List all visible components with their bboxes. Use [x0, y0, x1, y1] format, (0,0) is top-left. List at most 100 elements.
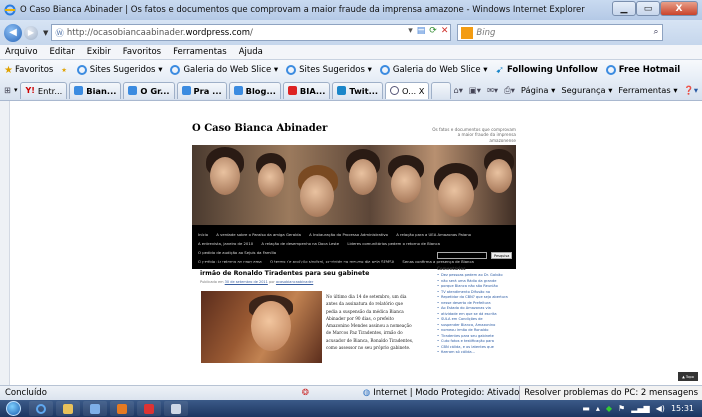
back-to-top-button[interactable]: ▲ Topo: [678, 372, 698, 381]
problems-notification[interactable]: Resolver problemas do PC: 2 mensagens: [519, 386, 702, 400]
taskbar-app-2[interactable]: [164, 401, 188, 416]
nav-item[interactable]: A verdade sobre o Paraíso da amiga Geral…: [216, 232, 301, 237]
menu-ajuda[interactable]: Ajuda: [239, 47, 263, 57]
help-icon[interactable]: ❓▾: [684, 85, 699, 96]
start-button[interactable]: [0, 400, 26, 417]
fav-link-sites-sugeridos-2[interactable]: Sites Sugeridos ▾: [286, 65, 372, 75]
menu-arquivo[interactable]: Arquivo: [5, 47, 38, 57]
search-icon[interactable]: ⌕: [654, 27, 659, 37]
page-menu[interactable]: Página ▾: [521, 85, 555, 95]
refresh-icon[interactable]: ⟳: [429, 26, 437, 36]
tab-1[interactable]: Y! Entr...: [20, 81, 68, 99]
address-dropdown-icon[interactable]: ▾: [408, 26, 413, 36]
volume-icon[interactable]: ◀): [656, 404, 665, 413]
ie-icon: [36, 403, 46, 414]
minimize-button[interactable]: ▁: [612, 1, 636, 16]
sidebar-search: Pesquisa: [437, 252, 517, 259]
favorites-button[interactable]: ★ Favoritos: [4, 65, 53, 76]
system-tray: ▬ ▴ ◆ ⚑ ▂▄▆ ◀) 15:31: [582, 404, 702, 413]
ie-page-icon: [128, 86, 138, 95]
clock[interactable]: 15:31: [671, 404, 694, 413]
tab-7[interactable]: Twit...: [332, 81, 384, 99]
feeds-icon[interactable]: ▣▾: [469, 85, 481, 95]
keyboard-icon[interactable]: ▬: [582, 404, 590, 413]
ie-page-icon: [74, 86, 84, 95]
tools-menu[interactable]: Ferramentas ▾: [618, 85, 677, 95]
favorites-bar: ★ Favoritos ⭑ Sites Sugeridos ▾ Galeria d…: [0, 60, 702, 80]
tab-5[interactable]: Blog...: [228, 81, 281, 99]
ie-logo-icon: [4, 4, 16, 16]
forward-button[interactable]: ▶: [24, 25, 38, 40]
fav-link-galeria-2[interactable]: Galeria do Web Slice ▾: [379, 65, 488, 75]
tab-list-dropdown[interactable]: ▾: [14, 86, 18, 94]
taskbar-app[interactable]: [137, 401, 161, 416]
folder-icon: [63, 403, 73, 414]
tab-8-active[interactable]: O... X: [385, 81, 430, 99]
post-date-link[interactable]: 30 de setembro de 2011: [225, 280, 268, 284]
tab-label: O Gr...: [140, 85, 170, 96]
taskbar: ▬ ▴ ◆ ⚑ ▂▄▆ ◀) 15:31: [0, 400, 702, 417]
popup-blocker-icon[interactable]: ❂: [302, 388, 309, 398]
menu-ferramentas[interactable]: Ferramentas: [173, 47, 227, 57]
stop-icon[interactable]: ✕: [441, 26, 449, 36]
post-body: No último dia 14 de setembro, um dia ant…: [326, 294, 414, 351]
address-bar[interactable]: Ⓦ http://ocasobiancaabinader.wordpress.c…: [51, 24, 452, 41]
post-author-link[interactable]: ocasobiancaabinader: [276, 280, 313, 284]
menu-favoritos[interactable]: Favoritos: [123, 47, 161, 57]
sidebar-search-input[interactable]: [437, 252, 487, 259]
site-title[interactable]: O Caso Bianca Abinader: [192, 123, 327, 134]
history-dropdown[interactable]: ▼: [43, 29, 48, 37]
forward-arrow-icon: ▶: [27, 28, 35, 37]
fav-label: Free Hotmail: [618, 65, 681, 75]
fav-link-galeria[interactable]: Galeria do Web Slice ▾: [170, 65, 278, 75]
menu-exibir[interactable]: Exibir: [87, 47, 111, 57]
fav-link-sites-sugeridos[interactable]: Sites Sugeridos ▾: [76, 65, 162, 75]
nav-item[interactable]: O pedido de audição ao Sejuis da Família: [198, 250, 276, 255]
nav-item[interactable]: A entrevista, janeiro de 2010: [198, 241, 253, 246]
tab-3[interactable]: O Gr...: [123, 81, 175, 99]
compatibility-icon[interactable]: ▤: [417, 26, 426, 36]
ie-page-icon: [170, 65, 181, 75]
nav-item[interactable]: Lideres comunitários pedem o retorno de …: [347, 241, 440, 246]
home-icon[interactable]: ⌂▾: [453, 85, 462, 95]
post-title[interactable]: Um dia antes de suspender Bianca, Amazon…: [200, 260, 410, 278]
taskbar-player[interactable]: [110, 401, 134, 416]
action-center-icon[interactable]: ⚑: [618, 404, 625, 413]
maximize-button[interactable]: ▭: [636, 1, 660, 16]
security-menu[interactable]: Segurança ▾: [561, 85, 612, 95]
show-hidden-icon[interactable]: ▴: [596, 404, 600, 413]
tab-6[interactable]: BIA...: [282, 81, 331, 99]
fav-link-following[interactable]: ➹ Following Unfollow: [496, 65, 598, 76]
taskbar-media[interactable]: [83, 401, 107, 416]
status-bar: Concluído ❂ ◍ Internet | Modo Protegido:…: [0, 385, 702, 400]
window-icon: [171, 403, 181, 414]
tab-bar: ⊞ ▾ Y! Entr... Bian... O Gr... Pra ... Bl…: [0, 80, 702, 101]
nav-item[interactable]: Início: [198, 232, 208, 237]
quick-tabs-icon[interactable]: ⊞: [4, 85, 11, 95]
comments-heading: Comentários: [437, 266, 466, 271]
search-input[interactable]: Bing ⌕: [457, 24, 664, 41]
tab-4[interactable]: Pra ...: [176, 81, 227, 99]
wordpress-icon: [390, 86, 400, 95]
security-shield-icon[interactable]: ◆: [606, 404, 612, 413]
nav-item[interactable]: A relação para a UEA Amazonas Paiano: [396, 232, 471, 237]
taskbar-explorer[interactable]: [56, 401, 80, 416]
mail-icon[interactable]: ✉▾: [487, 85, 498, 95]
comment-link[interactable]: fizeram só cálida...: [437, 350, 517, 356]
security-zone[interactable]: ◍ Internet | Modo Protegido: Ativado: [359, 388, 519, 398]
close-button[interactable]: X: [660, 1, 698, 16]
menu-editar[interactable]: Editar: [50, 47, 75, 57]
add-favorite-button[interactable]: ⭑: [61, 65, 68, 76]
print-icon[interactable]: ⎙▾: [504, 85, 515, 96]
tab-2[interactable]: Bian...: [69, 81, 122, 99]
taskbar-ie[interactable]: [29, 401, 53, 416]
nav-item[interactable]: A relação de desempenho na Doca Leste: [261, 241, 339, 246]
sidebar-search-button[interactable]: Pesquisa: [491, 252, 513, 259]
new-tab-button[interactable]: [431, 81, 452, 99]
address-row: ◀ ▶ ▼ Ⓦ http://ocasobiancaabinader.wordp…: [0, 20, 702, 45]
fav-link-hotmail[interactable]: Free Hotmail: [605, 65, 681, 75]
back-button[interactable]: ◀: [4, 23, 22, 42]
nav-item[interactable]: A Instauração do Processo Administrativo: [309, 232, 388, 237]
network-icon[interactable]: ▂▄▆: [631, 404, 649, 413]
zone-label: Internet | Modo Protegido: Ativado: [373, 388, 520, 398]
